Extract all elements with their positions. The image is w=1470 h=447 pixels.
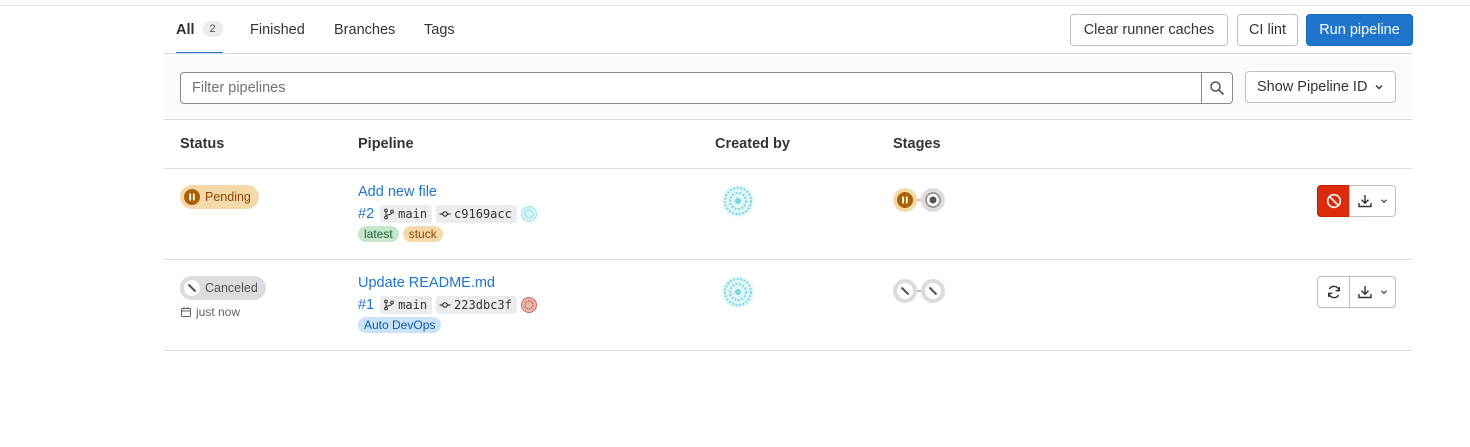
stage-pending-icon [897,192,913,208]
commit-sha: c9169acc [454,207,512,221]
cancel-pipeline-button[interactable] [1317,185,1350,217]
chevron-down-icon [1375,85,1383,90]
column-created-by: Created by [715,136,790,152]
branch-icon [384,208,395,220]
pipeline-title-link[interactable]: Add new file [358,184,437,200]
stage-created-icon [925,192,941,208]
branch-ref[interactable]: main [380,296,433,314]
pipeline-stages [893,188,945,212]
commit-ref[interactable]: c9169acc [436,205,517,223]
stage-pending[interactable] [893,188,917,212]
download-artifacts-dropdown[interactable] [1349,185,1396,217]
pipeline-id-link[interactable]: #1 [358,297,374,313]
show-pipeline-id-dropdown[interactable]: Show Pipeline ID [1245,71,1396,103]
clear-runner-caches-button[interactable]: Clear runner caches [1070,14,1228,46]
stage-canceled[interactable] [893,279,917,303]
pipeline-time-text: just now [196,305,241,319]
search-button[interactable] [1201,72,1233,104]
download-icon [1357,195,1372,208]
column-pipeline: Pipeline [358,136,414,152]
download-icon [1357,286,1372,299]
cancel-icon [1326,193,1341,209]
status-badge[interactable]: Canceled [180,276,266,300]
status-badge[interactable]: Pending [180,185,259,209]
avatar[interactable] [722,276,754,308]
tab-branches[interactable]: Branches [334,6,395,54]
tab-all[interactable]: All 2 [176,6,223,54]
commit-author-avatar[interactable] [520,206,537,222]
tabs-divider [164,53,1412,54]
stage-canceled-icon [897,283,913,299]
tag-latest: latest [358,226,399,242]
commit-sha: 223dbc3f [454,298,512,312]
status-canceled-icon [184,280,200,296]
tab-tags[interactable]: Tags [424,6,455,54]
branch-icon [384,299,395,311]
status-pending-icon [184,189,200,205]
table-header: Status Pipeline Created by Stages [164,121,1412,169]
pipeline-stages [893,279,945,303]
avatar[interactable] [722,185,754,217]
commit-icon [439,302,451,308]
stage-canceled-icon [925,283,941,299]
status-label: Canceled [205,281,258,295]
tag-stuck: stuck [402,226,443,242]
show-pipeline-id-label: Show Pipeline ID [1257,79,1368,95]
stage-created[interactable] [921,188,945,212]
status-label: Pending [205,190,251,204]
branch-ref[interactable]: main [380,205,433,223]
download-artifacts-dropdown[interactable] [1349,276,1396,308]
search-icon [1210,81,1224,95]
pipeline-tags: Auto DevOps [358,317,442,333]
chevron-down-icon [1380,199,1387,204]
chevron-down-icon [1380,290,1387,295]
pipeline-meta: #2 main c9169acc [358,205,537,223]
filter-bar: Filter pipelines Show Pipeline ID [164,55,1412,120]
filter-pipelines-input[interactable]: Filter pipelines [180,72,1202,104]
column-status: Status [180,136,225,152]
commit-icon [439,211,451,217]
pipeline-meta: #1 main 223dbc3f [358,296,537,314]
pipeline-title-link[interactable]: Update README.md [358,275,495,291]
table-row: Pending Add new file #2 main c9169acc la… [164,169,1412,260]
ci-lint-button[interactable]: CI lint [1237,14,1298,46]
column-stages: Stages [893,136,941,152]
pipeline-tags: latest stuck [358,226,443,242]
branch-name: main [398,298,428,312]
retry-pipeline-button[interactable] [1317,276,1350,308]
tag-auto-devops: Auto DevOps [358,317,442,333]
stage-canceled[interactable] [921,279,945,303]
branch-name: main [398,207,428,221]
commit-author-avatar[interactable] [520,297,537,313]
pipeline-id-link[interactable]: #2 [358,206,374,222]
retry-icon [1327,285,1340,299]
tab-finished[interactable]: Finished [250,6,305,54]
pipeline-time: just now [180,305,240,319]
tab-all-label: All [176,22,195,38]
table-row: Canceled just now Update README.md #1 ma… [164,260,1412,351]
commit-ref[interactable]: 223dbc3f [436,296,517,314]
calendar-icon [181,307,191,317]
run-pipeline-button[interactable]: Run pipeline [1306,14,1413,46]
tab-all-count: 2 [202,21,223,37]
